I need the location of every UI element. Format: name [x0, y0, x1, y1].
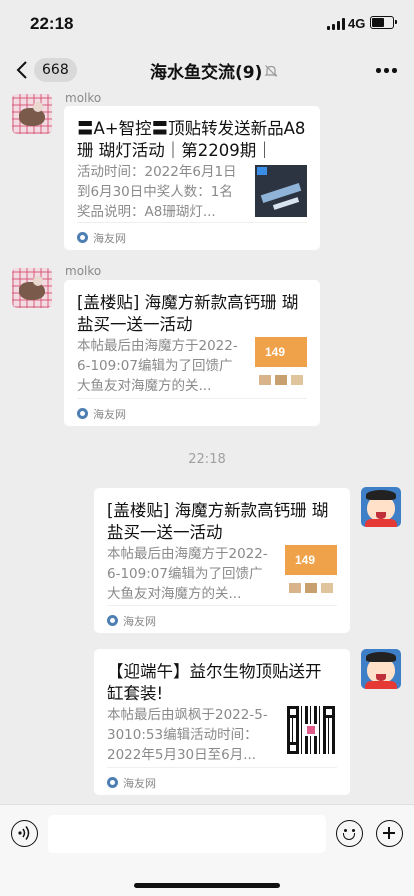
card-title: [盖楼贴] 海魔方新款高钙珊 瑚盐买一送一活动	[77, 293, 299, 334]
signal-icon	[327, 18, 345, 30]
card-thumbnail	[285, 704, 337, 756]
emoji-icon[interactable]	[336, 820, 363, 847]
card-source: 海友网	[77, 222, 307, 250]
card-thumbnail: 149	[255, 337, 307, 389]
source-site-icon	[77, 408, 88, 419]
chat-timestamp: 22:18	[188, 452, 226, 467]
back-icon[interactable]	[16, 61, 28, 79]
avatar[interactable]	[12, 268, 52, 308]
more-icon[interactable]	[376, 68, 397, 74]
battery-icon	[370, 16, 397, 29]
source-site-icon	[77, 232, 88, 243]
card-title: 【迎端午】益尔生物顶贴送开缸套装!	[107, 662, 322, 703]
source-site-icon	[107, 615, 118, 626]
status-bar: 22:18 4G	[0, 0, 414, 48]
card-title: [盖楼贴] 海魔方新款高钙珊 瑚盐买一送一活动	[107, 501, 329, 542]
card-thumbnail: 149	[285, 545, 337, 597]
card-description: 活动时间：2022年6月1日到6月30日中奖人数：1名奖品说明：A8珊瑚灯...	[77, 164, 237, 220]
avatar[interactable]	[361, 487, 401, 527]
thumbnail-text: 149	[265, 345, 286, 359]
link-card[interactable]: 〓A+智控〓顶贴转发送新品A8珊 瑚灯活动｜第2209期｜ 活动时间：2022年…	[64, 106, 320, 250]
card-title: 〓A+智控〓顶贴转发送新品A8珊 瑚灯活动｜第2209期｜	[77, 119, 306, 160]
card-source: 海友网	[107, 605, 337, 633]
plus-icon[interactable]	[376, 820, 403, 847]
unread-count-badge[interactable]: 668	[34, 58, 77, 82]
mute-icon	[264, 65, 278, 77]
sender-name: molko	[65, 91, 102, 105]
voice-icon[interactable]	[11, 820, 38, 847]
thumbnail-text: 149	[295, 553, 316, 567]
network-type: 4G	[348, 16, 366, 31]
home-indicator[interactable]	[134, 883, 280, 888]
message-input[interactable]	[48, 815, 326, 853]
card-description: 本帖最后由飒枫于2022-5-3010:53编辑活动时间：2022年5月30日至…	[107, 707, 268, 763]
source-site-icon	[107, 777, 118, 788]
chat-title: 海水鱼交流(9)	[150, 63, 263, 83]
card-source: 海友网	[77, 398, 307, 426]
source-label: 海友网	[123, 777, 156, 790]
input-bar	[0, 804, 414, 896]
card-description: 本帖最后由海魔方于2022-6-109:07编辑为了回馈广大鱼友对海魔方的关..…	[107, 546, 268, 602]
avatar[interactable]	[361, 649, 401, 689]
link-card[interactable]: [盖楼贴] 海魔方新款高钙珊 瑚盐买一送一活动 本帖最后由海魔方于2022-6-…	[64, 280, 320, 426]
status-time: 22:18	[30, 14, 74, 33]
link-card[interactable]: 【迎端午】益尔生物顶贴送开缸套装! 本帖最后由飒枫于2022-5-3010:53…	[94, 649, 350, 795]
source-label: 海友网	[93, 408, 126, 421]
card-thumbnail	[255, 165, 307, 217]
link-card[interactable]: [盖楼贴] 海魔方新款高钙珊 瑚盐买一送一活动 本帖最后由海魔方于2022-6-…	[94, 488, 350, 633]
card-source: 海友网	[107, 767, 337, 795]
source-label: 海友网	[93, 232, 126, 245]
nav-bar: 668 海水鱼交流(9)	[0, 48, 414, 92]
avatar[interactable]	[12, 94, 52, 134]
source-label: 海友网	[123, 615, 156, 628]
sender-name: molko	[65, 264, 102, 278]
chat-area[interactable]: molko 〓A+智控〓顶贴转发送新品A8珊 瑚灯活动｜第2209期｜ 活动时间…	[0, 91, 414, 804]
card-description: 本帖最后由海魔方于2022-6-109:07编辑为了回馈广大鱼友对海魔方的关..…	[77, 338, 238, 394]
